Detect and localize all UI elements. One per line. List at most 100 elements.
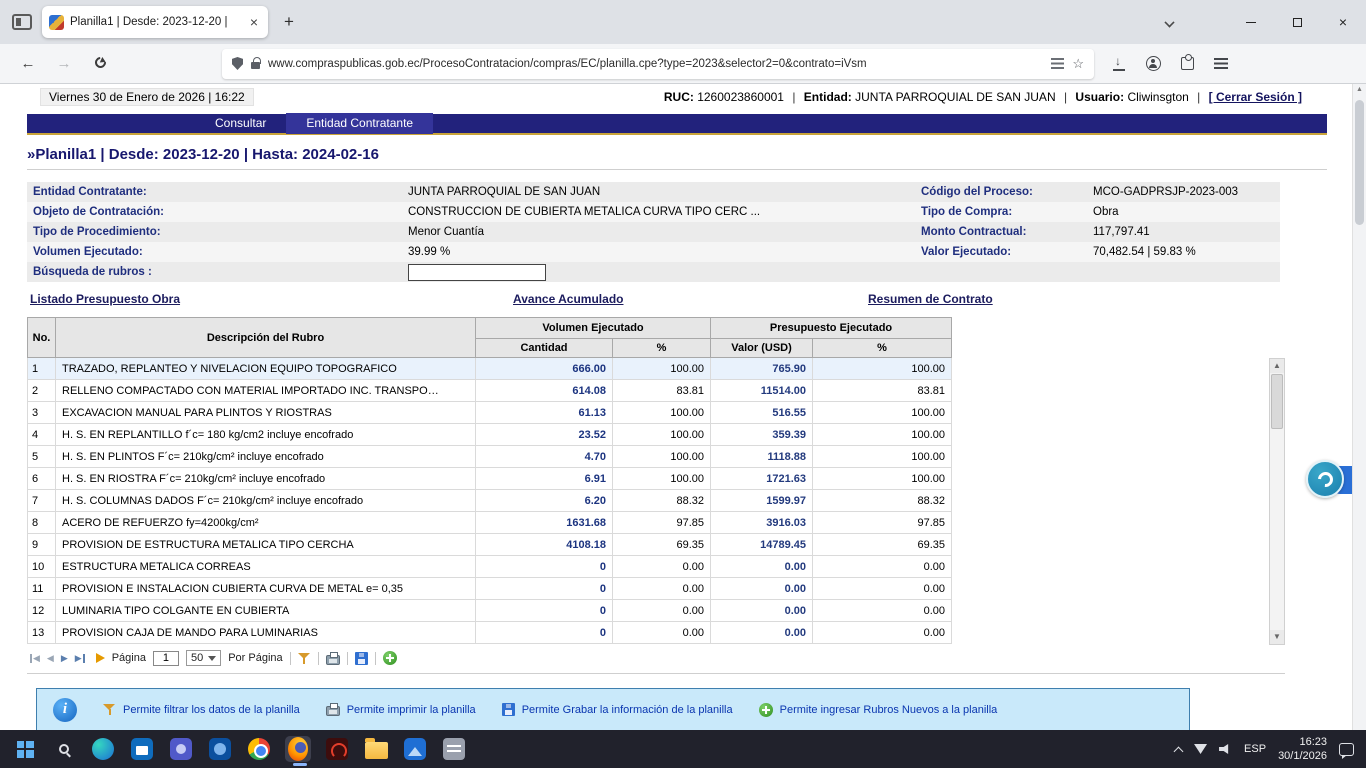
- bookmark-star-icon[interactable]: ☆: [1072, 56, 1084, 72]
- table-row[interactable]: 6H. S. EN RIOSTRA F´c= 210kg/cm² incluye…: [28, 468, 952, 490]
- firefox-icon-active[interactable]: [285, 736, 311, 762]
- keyboard-language[interactable]: ESP: [1244, 743, 1266, 755]
- next-page-icon[interactable]: ▶: [61, 653, 68, 664]
- lock-icon[interactable]: [251, 62, 260, 69]
- go-to-page-icon[interactable]: [96, 653, 105, 663]
- menu-entidad-contratante[interactable]: Entidad Contratante: [286, 113, 433, 134]
- add-rubro-icon[interactable]: [383, 651, 397, 665]
- link-resumen-de-contrato[interactable]: Resumen de Contrato: [868, 292, 993, 306]
- presupuesto-pct: 97.85: [813, 512, 952, 534]
- forward-icon[interactable]: →: [51, 55, 77, 72]
- legend-item: Permite Grabar la información de la plan…: [502, 703, 733, 716]
- hidden-icons-chevron-icon[interactable]: [1174, 746, 1184, 756]
- outlook-icon[interactable]: [207, 736, 233, 762]
- rubro-description: H. S. EN RIOSTRA F´c= 210kg/cm² incluye …: [56, 468, 476, 490]
- downloads-icon[interactable]: [1112, 57, 1126, 71]
- table-row[interactable]: 3EXCAVACION MANUAL PARA PLINTOS Y RIOSTR…: [28, 402, 952, 424]
- table-row[interactable]: 9PROVISION DE ESTRUCTURA METALICA TIPO C…: [28, 534, 952, 556]
- menu-hamburger-icon[interactable]: [1214, 58, 1228, 69]
- cantidad-value: 23.52: [476, 424, 613, 446]
- per-page-select[interactable]: 50: [186, 650, 221, 666]
- scroll-up-icon[interactable]: ▲: [1270, 359, 1284, 373]
- teams-icon[interactable]: [168, 736, 194, 762]
- address-bar[interactable]: www.compraspublicas.gob.ec/ProcesoContra…: [222, 49, 1094, 79]
- search-rubros-input[interactable]: [408, 264, 546, 281]
- acrobat-icon[interactable]: [324, 736, 350, 762]
- save-icon: [502, 703, 515, 716]
- extensions-icon[interactable]: [1181, 57, 1194, 70]
- session-info: RUC: 1260023860001 | Entidad: JUNTA PARR…: [664, 90, 1302, 104]
- prev-page-icon[interactable]: ◀: [47, 653, 54, 664]
- table-row[interactable]: 1TRAZADO, REPLANTEO Y NIVELACION EQUIPO …: [28, 358, 952, 380]
- valor-usd: 3916.03: [711, 512, 813, 534]
- file-explorer-icon[interactable]: [363, 736, 389, 762]
- last-page-icon[interactable]: ▶: [75, 653, 86, 664]
- filter-icon[interactable]: [298, 652, 311, 665]
- table-scrollbar[interactable]: ▲ ▼: [1269, 358, 1285, 645]
- table-row[interactable]: 10ESTRUCTURA METALICA CORREAS00.000.000.…: [28, 556, 952, 578]
- info-label: Tipo de Procedimiento:: [27, 226, 405, 238]
- table-row[interactable]: 8ACERO DE REFUERZO fy=4200kg/cm²1631.689…: [28, 512, 952, 534]
- link-listado-presupuesto-obra[interactable]: Listado Presupuesto Obra: [30, 292, 180, 306]
- help-widget-icon[interactable]: [1306, 460, 1344, 498]
- table-row[interactable]: 11PROVISION E INSTALACION CUBIERTA CURVA…: [28, 578, 952, 600]
- account-icon[interactable]: [1146, 56, 1161, 71]
- entidad-value: JUNTA PARROQUIAL DE SAN JUAN: [855, 90, 1055, 104]
- valor-usd: 0.00: [711, 622, 813, 644]
- print-icon[interactable]: [326, 655, 340, 665]
- search-icon[interactable]: [51, 736, 77, 762]
- reader-mode-icon[interactable]: [1051, 58, 1064, 69]
- table-row[interactable]: 13PROVISION CAJA DE MANDO PARA LUMINARIA…: [28, 622, 952, 644]
- store-icon[interactable]: [129, 736, 155, 762]
- col-header-pres-pct: %: [813, 339, 952, 358]
- back-icon[interactable]: ←: [15, 55, 41, 72]
- close-window-button[interactable]: ×: [1320, 0, 1366, 44]
- table-row[interactable]: 5H. S. EN PLINTOS F´c= 210kg/cm² incluye…: [28, 446, 952, 468]
- link-avance-acumulado[interactable]: Avance Acumulado: [513, 292, 623, 306]
- photos-icon[interactable]: [402, 736, 428, 762]
- table-row[interactable]: 12LUMINARIA TIPO COLGANTE EN CUBIERTA00.…: [28, 600, 952, 622]
- reload-icon[interactable]: [87, 55, 113, 72]
- scrollbar-thumb[interactable]: [1271, 374, 1283, 429]
- row-number: 11: [28, 578, 56, 600]
- row-number: 10: [28, 556, 56, 578]
- scroll-up-icon[interactable]: ▲: [1353, 86, 1366, 93]
- chrome-icon[interactable]: [246, 736, 272, 762]
- firefox-view-icon[interactable]: [12, 14, 32, 30]
- cantidad-value: 0: [476, 600, 613, 622]
- save-icon[interactable]: [355, 652, 368, 665]
- tracking-shield-icon[interactable]: [232, 57, 243, 70]
- rubro-description: LUMINARIA TIPO COLGANTE EN CUBIERTA: [56, 600, 476, 622]
- volumen-pct: 100.00: [613, 446, 711, 468]
- minimize-button[interactable]: [1228, 0, 1274, 44]
- browser-scrollbar[interactable]: ▲: [1352, 84, 1366, 730]
- scroll-down-icon[interactable]: ▼: [1270, 630, 1284, 644]
- taskbar-clock[interactable]: 16:23 30/1/2026: [1278, 735, 1327, 764]
- tab-close-icon[interactable]: ×: [247, 15, 261, 29]
- browser-tab[interactable]: Planilla1 | Desde: 2023-12-20 | ×: [42, 6, 268, 38]
- taskbar-app-icon[interactable]: [441, 736, 467, 762]
- maximize-button[interactable]: [1274, 0, 1320, 44]
- edge-icon[interactable]: [90, 736, 116, 762]
- rubro-description: H. S. COLUMNAS DADOS F´c= 210kg/cm² incl…: [56, 490, 476, 512]
- start-button[interactable]: [12, 736, 38, 762]
- menu-consultar[interactable]: Consultar: [195, 113, 286, 134]
- notification-center-icon[interactable]: [1339, 743, 1354, 756]
- table-row[interactable]: 7H. S. COLUMNAS DADOS F´c= 210kg/cm² inc…: [28, 490, 952, 512]
- taskbar: ESP 16:23 30/1/2026: [0, 730, 1366, 768]
- scrollbar-thumb[interactable]: [1355, 100, 1364, 225]
- page-number-input[interactable]: [153, 651, 179, 666]
- table-row[interactable]: 2RELLENO COMPACTADO CON MATERIAL IMPORTA…: [28, 380, 952, 402]
- wifi-icon[interactable]: [1194, 744, 1207, 754]
- floating-widget[interactable]: [1306, 460, 1354, 500]
- presupuesto-pct: 0.00: [813, 556, 952, 578]
- first-page-icon[interactable]: ◀: [29, 653, 40, 664]
- new-tab-button[interactable]: +: [276, 9, 302, 35]
- list-tabs-chevron-icon[interactable]: [1164, 17, 1174, 27]
- rubro-description: EXCAVACION MANUAL PARA PLINTOS Y RIOSTRA…: [56, 402, 476, 424]
- volume-icon[interactable]: [1219, 744, 1232, 755]
- table-row[interactable]: 4H. S. EN REPLANTILLO f´c= 180 kg/cm2 in…: [28, 424, 952, 446]
- cantidad-value: 0: [476, 556, 613, 578]
- url-text[interactable]: www.compraspublicas.gob.ec/ProcesoContra…: [268, 58, 1043, 70]
- logout-link[interactable]: [ Cerrar Sesión ]: [1209, 90, 1302, 104]
